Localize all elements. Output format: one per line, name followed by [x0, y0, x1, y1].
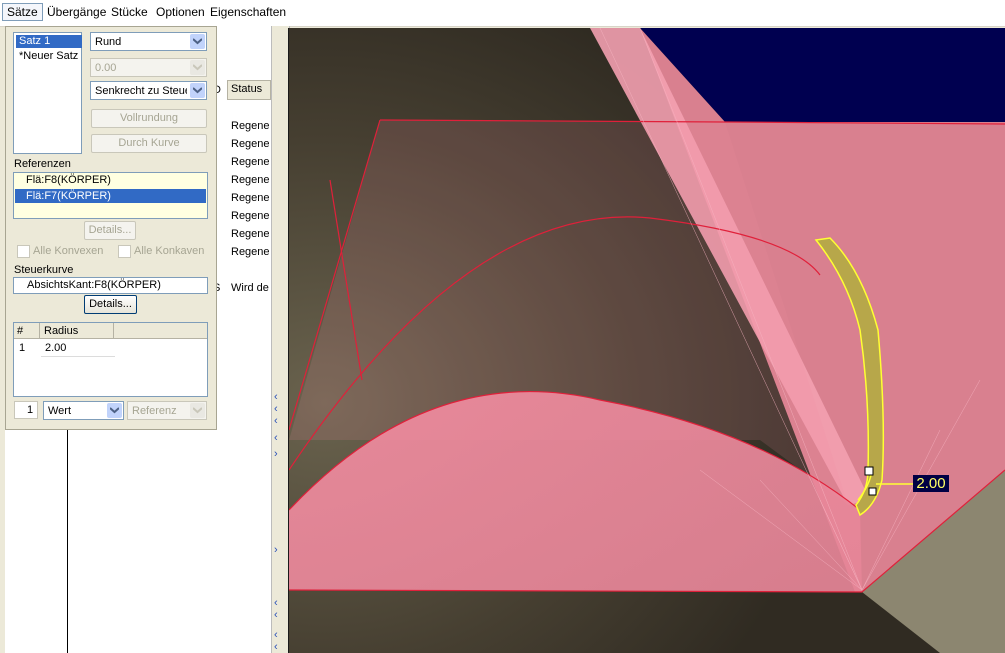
radius-table-col-index: #	[17, 325, 24, 337]
tree-status-cell: Regene	[231, 120, 270, 132]
tree-status-cell: Regene	[231, 156, 270, 168]
menu-bar: Sätze Übergänge Stücke Optionen Eigensch…	[0, 0, 1005, 27]
durch-kurve-button[interactable]: Durch Kurve	[91, 134, 207, 153]
tree-status-cell: Regene	[231, 192, 270, 204]
column-divider	[113, 323, 114, 338]
tree-status-cell: Wird de	[231, 282, 269, 294]
menu-filler	[980, 0, 1005, 26]
chevron-left-icon[interactable]: ‹	[274, 642, 278, 653]
tree-status-cell: Regene	[231, 210, 270, 222]
radius-table-col-radius: Radius	[44, 325, 79, 337]
set-list-item[interactable]: Satz 1	[16, 35, 82, 48]
shape-dropdown[interactable]: Rund	[90, 32, 207, 51]
radius-row-cell[interactable]: 2.00	[41, 340, 115, 357]
steuerkurve-value: AbsichtsKant:F8(KÖRPER)	[27, 279, 161, 291]
tree-status-cell: Regene	[231, 174, 270, 186]
set-index-value: 1	[26, 404, 34, 416]
set-list[interactable]: Satz 1 *Neuer Satz	[13, 32, 82, 154]
tree-connector-line	[67, 428, 68, 653]
chevron-down-icon	[107, 403, 122, 418]
radius-row-index: 1	[19, 342, 26, 354]
referenz-dropdown-value: Referenz	[132, 405, 177, 417]
chevron-left-icon[interactable]: ‹	[274, 598, 278, 609]
references-list[interactable]: Flä:F8(KÖRPER) Flä:F7(KÖRPER)	[13, 172, 208, 219]
chevron-left-icon[interactable]: ‹	[274, 392, 278, 403]
alle-konvexen-label: Alle Konvexen	[33, 245, 104, 257]
column-divider	[39, 323, 40, 338]
menu-stuecke[interactable]: Stücke	[111, 5, 148, 19]
chevron-down-icon	[190, 403, 205, 418]
steuerkurve-field[interactable]: AbsichtsKant:F8(KÖRPER)	[13, 277, 208, 294]
chevron-left-icon[interactable]: ‹	[274, 416, 278, 427]
reference-item[interactable]: Flä:F7(KÖRPER)	[26, 190, 111, 202]
radius-table[interactable]: # Radius 1 2.00	[13, 322, 208, 397]
referenz-dropdown[interactable]: Referenz	[127, 401, 207, 420]
alle-konkaven-label: Alle Konkaven	[134, 245, 205, 257]
menu-uebergaenge[interactable]: Übergänge	[47, 5, 106, 19]
steuerkurve-label: Steuerkurve	[14, 264, 74, 276]
chevron-right-icon[interactable]: ›	[274, 545, 278, 556]
wert-dropdown-value: Wert	[48, 405, 72, 417]
tree-status-cell: Regene	[231, 138, 270, 150]
tree-column-header[interactable]: Status	[227, 80, 271, 100]
chevron-down-icon	[190, 34, 205, 49]
tree-status-cell: Regene	[231, 228, 270, 240]
tree-header-status: Status	[231, 83, 263, 95]
referenzen-label: Referenzen	[14, 158, 71, 170]
chevron-left-icon[interactable]: ‹	[274, 610, 278, 621]
set-list-item[interactable]: *Neuer Satz	[19, 50, 78, 62]
chevron-down-icon	[190, 60, 205, 75]
radius-table-header	[14, 323, 207, 339]
method-dropdown[interactable]: Senkrecht zu Steuerkurve	[90, 81, 207, 100]
menu-saetze[interactable]: Sätze	[2, 3, 43, 21]
set-index-field[interactable]: 1	[14, 401, 38, 419]
steuerkurve-details-button[interactable]: Details...	[84, 295, 137, 314]
tree-status-cell: Regene	[231, 246, 270, 258]
menu-optionen[interactable]: Optionen	[156, 5, 205, 19]
chevron-left-icon[interactable]: ‹	[274, 433, 278, 444]
viewport-border	[288, 28, 1005, 653]
reference-item[interactable]: Flä:F8(KÖRPER)	[26, 174, 111, 186]
value-dropdown[interactable]: 0.00	[90, 58, 207, 77]
chevron-right-icon[interactable]: ›	[274, 449, 278, 460]
shape-dropdown-value: Rund	[95, 36, 122, 48]
vollrundung-button[interactable]: Vollrundung	[91, 109, 207, 128]
method-dropdown-value: Senkrecht zu Steuerkurve	[95, 85, 187, 97]
references-details-button[interactable]: Details...	[84, 221, 136, 240]
alle-konvexen-checkbox[interactable]	[17, 245, 30, 258]
value-dropdown-value: 0.00	[95, 62, 117, 74]
wert-dropdown[interactable]: Wert	[43, 401, 124, 420]
chevron-left-icon[interactable]: ‹	[274, 630, 278, 641]
radius-row-value: 2.00	[45, 342, 67, 354]
menu-eigenschaften[interactable]: Eigenschaften	[210, 5, 286, 19]
alle-konkaven-checkbox[interactable]	[118, 245, 131, 258]
chevron-left-icon[interactable]: ‹	[274, 404, 278, 415]
chevron-down-icon	[190, 83, 205, 98]
